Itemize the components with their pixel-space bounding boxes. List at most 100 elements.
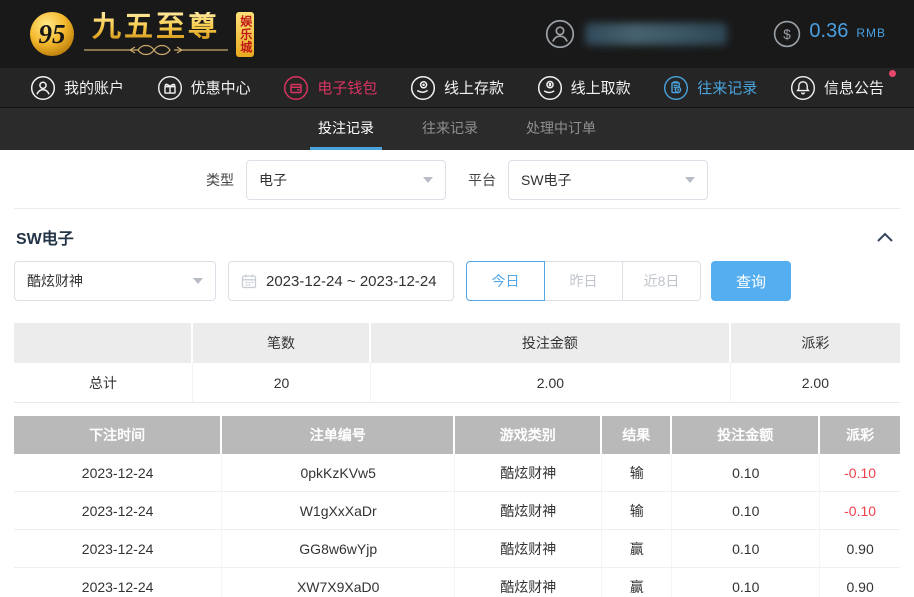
nav-item-deposit[interactable]: 线上存款 <box>410 75 504 101</box>
result-cell: 输 <box>602 454 673 492</box>
bet-records-table: 下注时间 注单编号 游戏类别 结果 投注金额 派彩 2023-12-24 0pk… <box>14 416 900 597</box>
nav-item-e-wallet[interactable]: 电子钱包 <box>283 75 377 101</box>
summary-table: 笔数 投注金额 派彩 总计 20 2.00 2.00 <box>14 323 900 403</box>
bet-time-cell: 2023-12-24 <box>14 568 223 597</box>
nav-item-label: 往来记录 <box>697 80 758 97</box>
yesterday-button[interactable]: 昨日 <box>544 261 623 301</box>
type-filter-group: 类型 电子 <box>206 160 446 200</box>
account-icon <box>30 75 56 101</box>
nav-item-label: 优惠中心 <box>190 80 251 97</box>
chevron-down-icon <box>423 177 433 183</box>
username-redacted <box>585 23 728 45</box>
type-label: 类型 <box>206 172 234 188</box>
date-range-value: 2023-12-24 ~ 2023-12-24 <box>266 272 437 290</box>
wallet-icon <box>283 75 309 101</box>
records-icon <box>663 75 689 101</box>
game-select-value: 酷炫财神 <box>27 273 83 289</box>
payout-cell: -0.10 <box>820 492 900 530</box>
tab-bet-records[interactable]: 投注记录 <box>310 108 382 150</box>
summary-header-count: 笔数 <box>192 323 372 363</box>
promo-icon <box>157 75 183 101</box>
bet-table-header-row: 下注时间 注单编号 游戏类别 结果 投注金额 派彩 <box>14 416 900 454</box>
platform-label: 平台 <box>468 172 496 188</box>
order-id-cell: 0pkKzKVw5 <box>222 454 456 492</box>
header-order-id: 注单编号 <box>222 416 456 454</box>
site-logo[interactable]: 95 九五至尊 娱乐城 <box>28 10 281 58</box>
header-bet-time: 下注时间 <box>14 416 223 454</box>
svg-text:$: $ <box>784 27 792 42</box>
coin-dollar-icon: $ <box>774 20 801 48</box>
game-type-cell: 酷炫财神 <box>455 454 603 492</box>
total-bet-amount-cell: 2.00 <box>371 363 731 403</box>
platform-select[interactable]: SW电子 <box>508 160 708 200</box>
collapse-section-button[interactable] <box>872 228 898 247</box>
order-id-cell: XW7X9XaD0 <box>222 568 456 597</box>
balance[interactable]: $ 0.36 RMB <box>773 20 886 48</box>
type-select[interactable]: 电子 <box>246 160 446 200</box>
total-count-cell: 20 <box>192 363 372 403</box>
logo-title: 九五至尊 <box>91 11 220 44</box>
deposit-icon <box>410 75 436 101</box>
summary-header-row: 笔数 投注金额 派彩 <box>14 323 900 363</box>
header-result: 结果 <box>602 416 673 454</box>
result-cell: 输 <box>602 492 673 530</box>
nav-item-withdraw[interactable]: 线上取款 <box>537 75 631 101</box>
logo-flourish <box>84 44 228 56</box>
logo-badge: 娱乐城 <box>236 11 254 57</box>
game-type-cell: 酷炫财神 <box>455 530 603 568</box>
header-bet-amount: 投注金额 <box>672 416 821 454</box>
avatar-icon <box>546 19 575 49</box>
type-select-value: 电子 <box>259 172 287 188</box>
search-button[interactable]: 查询 <box>711 261 791 301</box>
game-select[interactable]: 酷炫财神 <box>14 261 216 301</box>
nav-item-my-account[interactable]: 我的账户 <box>30 75 124 101</box>
date-range-picker[interactable]: 2023-12-24 ~ 2023-12-24 <box>228 261 454 301</box>
today-button[interactable]: 今日 <box>466 261 545 301</box>
filter-row: 类型 电子 平台 SW电子 <box>14 150 900 209</box>
result-cell: 赢 <box>602 530 673 568</box>
section-title: SW电子 <box>16 231 74 248</box>
total-label-cell: 总计 <box>14 363 193 403</box>
table-row: 2023-12-24 W1gXxXaDr 酷炫财神 输 0.10 -0.10 <box>14 492 900 530</box>
bet-amount-cell: 0.10 <box>672 530 821 568</box>
controls-row: 酷炫财神 2023-12-24 ~ 2023-12-24 今日 昨日 近8日 查… <box>14 261 900 301</box>
header-payout: 派彩 <box>820 416 900 454</box>
records-subnav: 投注记录 往来记录 处理中订单 <box>0 108 914 150</box>
calendar-icon <box>241 274 257 289</box>
logo-text-wrap: 九五至尊 <box>82 11 230 56</box>
payout-cell: -0.10 <box>820 454 900 492</box>
platform-filter-group: 平台 SW电子 <box>468 160 708 200</box>
section-header: SW电子 <box>14 209 900 261</box>
nav-item-label: 线上存款 <box>443 80 504 97</box>
nav-item-label: 线上取款 <box>570 80 631 97</box>
bet-time-cell: 2023-12-24 <box>14 530 223 568</box>
game-type-cell: 酷炫财神 <box>455 568 603 597</box>
table-row: 2023-12-24 0pkKzKVw5 酷炫财神 输 0.10 -0.10 <box>14 454 900 492</box>
chevron-down-icon <box>685 177 695 183</box>
tab-transaction-records[interactable]: 往来记录 <box>414 108 486 150</box>
table-row: 2023-12-24 XW7X9XaD0 酷炫财神 赢 0.10 0.90 <box>14 568 900 597</box>
last-8-days-button[interactable]: 近8日 <box>622 261 701 301</box>
nav-item-label: 我的账户 <box>64 80 125 97</box>
order-id-cell: W1gXxXaDr <box>222 492 456 530</box>
main-content: 类型 电子 平台 SW电子 SW电子 酷炫财神 2023-12-24 ~ 202… <box>0 150 914 597</box>
svg-text:95: 95 <box>39 19 66 49</box>
nav-item-transaction-records[interactable]: 往来记录 <box>663 75 757 101</box>
nav-item-announcements[interactable]: 信息公告 <box>790 69 896 101</box>
tab-processing-orders[interactable]: 处理中订单 <box>518 108 604 150</box>
order-id-cell: GG8w6wYjp <box>222 530 456 568</box>
platform-select-value: SW电子 <box>521 172 572 188</box>
nav-item-label: 信息公告 <box>823 80 884 97</box>
nav-item-promotions[interactable]: 优惠中心 <box>157 75 251 101</box>
bet-time-cell: 2023-12-24 <box>14 454 223 492</box>
chevron-down-icon <box>193 278 203 284</box>
summary-header-bet-amount: 投注金额 <box>371 323 731 363</box>
topbar-right: $ 0.36 RMB <box>545 19 886 49</box>
bet-amount-cell: 0.10 <box>672 568 821 597</box>
payout-cell: 0.90 <box>820 568 900 597</box>
summary-total-row: 总计 20 2.00 2.00 <box>14 363 900 403</box>
bell-icon <box>790 75 816 101</box>
user-account[interactable] <box>545 19 728 49</box>
top-header: 95 九五至尊 娱乐城 $ 0.36 RMB <box>0 0 914 68</box>
bet-amount-cell: 0.10 <box>672 454 821 492</box>
